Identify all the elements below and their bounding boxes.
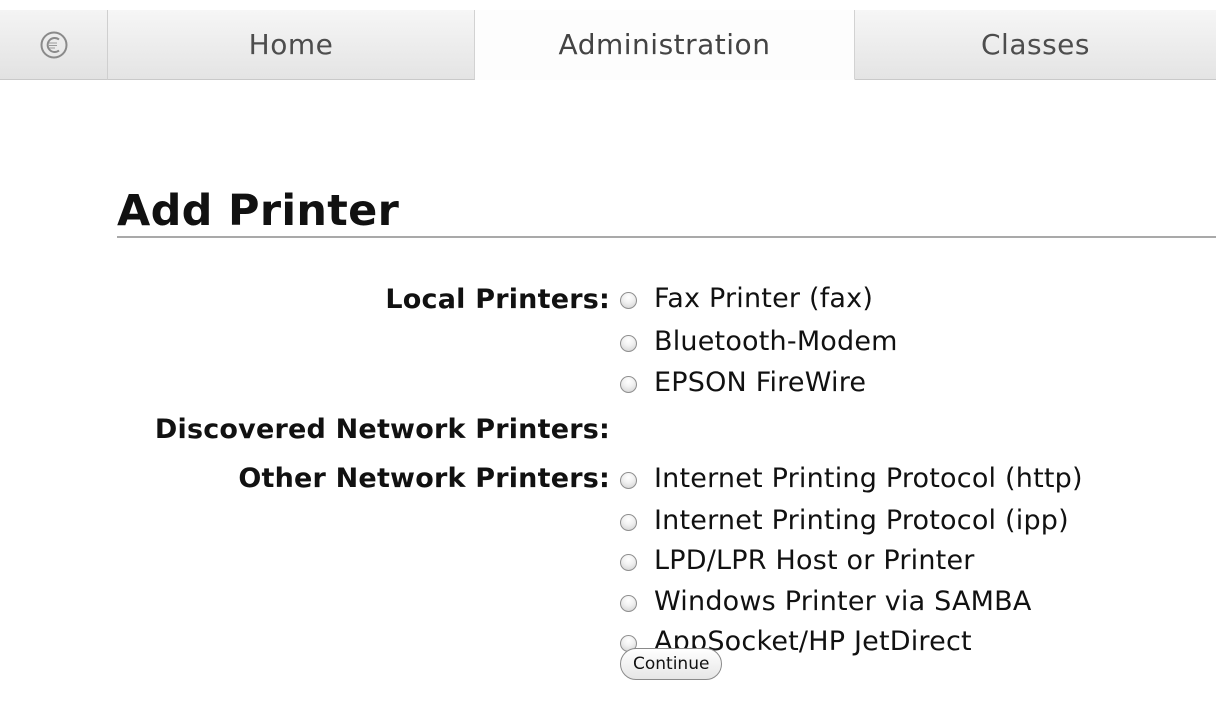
logo-link[interactable] xyxy=(0,10,108,80)
radio-button-icon[interactable] xyxy=(620,553,637,571)
option-label: Internet Printing Protocol (ipp) xyxy=(654,504,1069,536)
radio-button-icon[interactable] xyxy=(620,594,637,612)
other-network-printers-label: Other Network Printers: xyxy=(238,463,610,494)
option-epson-firewire[interactable]: EPSON FireWire xyxy=(620,363,866,401)
option-windows-samba[interactable]: Windows Printer via SAMBA xyxy=(620,582,1032,620)
option-label: EPSON FireWire xyxy=(654,366,867,398)
radio-button-icon[interactable] xyxy=(620,375,637,393)
option-ipp-ipp[interactable]: Internet Printing Protocol (ipp) xyxy=(620,501,1069,539)
option-bluetooth-modem[interactable]: Bluetooth-Modem xyxy=(620,322,898,360)
page-title: Add Printer xyxy=(117,186,400,236)
option-label: Fax Printer (fax) xyxy=(654,282,874,314)
cups-logo-icon xyxy=(40,31,67,58)
option-ipp-http[interactable]: Internet Printing Protocol (http) xyxy=(620,459,1083,497)
cups-admin-page: Home Administration Classes Add Printer … xyxy=(0,0,1216,704)
radio-button-icon[interactable] xyxy=(620,291,637,309)
radio-button-icon[interactable] xyxy=(620,334,637,352)
local-printers-label: Local Printers: xyxy=(385,284,610,315)
continue-button[interactable]: Continue xyxy=(620,648,723,680)
option-label: Bluetooth-Modem xyxy=(654,325,898,357)
title-divider xyxy=(117,236,1216,238)
option-lpd-lpr[interactable]: LPD/LPR Host or Printer xyxy=(620,541,975,579)
tab-home[interactable]: Home xyxy=(108,10,475,80)
tab-bar: Home Administration Classes xyxy=(0,10,1216,80)
option-label: Internet Printing Protocol (http) xyxy=(654,462,1083,494)
option-label: Windows Printer via SAMBA xyxy=(654,585,1032,617)
discovered-network-printers-label: Discovered Network Printers: xyxy=(154,414,610,445)
radio-button-icon[interactable] xyxy=(620,513,637,531)
tab-administration[interactable]: Administration xyxy=(475,10,855,80)
radio-button-icon[interactable] xyxy=(620,471,637,489)
option-label: LPD/LPR Host or Printer xyxy=(654,544,975,576)
tab-classes[interactable]: Classes xyxy=(855,10,1216,80)
option-fax-printer[interactable]: Fax Printer (fax) xyxy=(620,279,873,317)
